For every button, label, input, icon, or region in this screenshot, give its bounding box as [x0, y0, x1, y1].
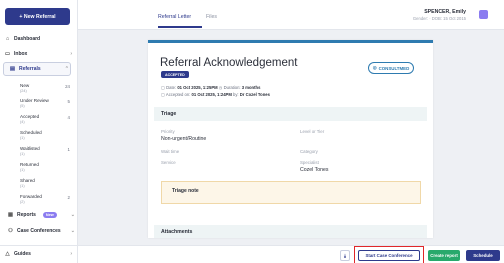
top-bar: Referral Letter Files SPENCER, Emily Gen… — [78, 0, 504, 30]
subitem-count: (1) — [20, 184, 25, 188]
subitem-count: (1) — [20, 152, 25, 156]
wait-time-label: Wait time — [161, 149, 180, 154]
chevron-right-icon: › — [70, 51, 72, 57]
chevron-down-icon: ⌄ — [70, 228, 75, 234]
new-referral-label: + New Referral — [19, 13, 56, 20]
subitem-count: (24) — [20, 89, 27, 93]
sidebar-subitem-shared[interactable]: Shared (1) — [20, 178, 70, 188]
subitem-count: (4) — [20, 120, 25, 124]
chevron-right-icon: › — [70, 251, 72, 257]
tab-files[interactable]: Files — [206, 14, 217, 20]
subitem-label: Accepted — [20, 114, 40, 119]
sidebar-item-label: Inbox — [14, 51, 28, 57]
create-report-button[interactable]: Create report — [428, 250, 460, 261]
inbox-icon: ▭ — [4, 51, 11, 57]
date-line: ▢ Date: 01 Oct 2025, 1:25PM ◷ Duration: … — [161, 85, 261, 90]
sidebar-item-label: Guides — [14, 251, 31, 257]
tab-referral-letter[interactable]: Referral Letter — [158, 14, 191, 20]
subitem-label: Scheduled — [20, 130, 42, 135]
sidebar-item-label: Reports — [17, 212, 36, 218]
sidebar-item-inbox[interactable]: ▭ Inbox › — [4, 51, 72, 57]
specialist-label: Specialist — [300, 160, 319, 165]
sidebar-subitem-scheduled[interactable]: Scheduled (1) — [20, 130, 70, 140]
priority-value: Non-urgent/Routine — [161, 136, 207, 142]
download-button[interactable]: ⤓ — [340, 250, 350, 261]
clock-icon: ◷ — [218, 85, 223, 90]
subitem-label: Forwarded — [20, 194, 42, 199]
action-bar: ⤓ Start Case Conference Create report Sc… — [78, 245, 504, 263]
consultmed-logo: ◎ CONSULTMED — [368, 62, 414, 74]
subitem-count: (1) — [20, 136, 25, 140]
referrals-row[interactable]: ▤ Referrals ⌃ — [9, 66, 69, 72]
priority-label: Priority — [161, 129, 175, 134]
sidebar: + New Referral ⌂ Dashboard ▭ Inbox › ▤ R… — [0, 0, 78, 263]
triage-heading: Triage — [154, 107, 427, 121]
consultmed-icon: ◎ — [372, 65, 377, 70]
people-icon: ⚇ — [8, 228, 13, 234]
sidebar-subitem-accepted[interactable]: Accepted (4) 4 — [20, 114, 70, 124]
subitem-count: (5) — [20, 104, 25, 108]
referral-document: Referral Acknowledgement ACCEPTED ◎ CONS… — [148, 40, 433, 238]
subitem-number: 24 — [65, 84, 70, 89]
subitem-label: Shared — [20, 178, 35, 183]
reports-icon: ▦ — [7, 212, 14, 218]
download-icon: ⤓ — [344, 253, 346, 258]
sidebar-subitem-returned[interactable]: Returned (1) — [20, 162, 70, 172]
schedule-button[interactable]: Schedule — [466, 250, 500, 261]
patient-info: SPENCER, Emily Gender: · DOB: 15 Oct 201… — [413, 9, 466, 21]
subitem-count: (2) — [20, 200, 25, 204]
home-icon: ⌂ — [5, 36, 10, 42]
service-label: Service — [161, 160, 176, 165]
sidebar-item-label: Dashboard — [14, 36, 41, 42]
chevron-up-icon: ⌃ — [64, 66, 69, 72]
sidebar-subitem-forwarded[interactable]: Forwarded (2) 2 — [20, 194, 70, 204]
sidebar-item-reports[interactable]: ▦ Reports New ⌄ — [7, 212, 75, 218]
sidebar-subitem-new[interactable]: New (24) 24 — [20, 83, 70, 93]
subitem-label: Waitlisted — [20, 146, 40, 151]
sidebar-item-guides[interactable]: △ Guides › — [4, 251, 72, 257]
active-tab-indicator — [158, 26, 202, 28]
new-referral-button[interactable]: + New Referral — [5, 8, 70, 25]
attachments-heading: Attachments — [154, 225, 427, 238]
avatar[interactable] — [479, 10, 488, 19]
patient-meta: Gender: · DOB: 15 Oct 2015 — [412, 16, 466, 21]
sidebar-item-label: Case Conferences — [17, 228, 61, 234]
sidebar-subitem-waitlisted[interactable]: Waitlisted (1) 1 — [20, 146, 70, 156]
subitem-number: 5 — [67, 99, 70, 104]
chevron-down-icon: ⌄ — [70, 212, 75, 218]
patient-name: SPENCER, Emily — [424, 9, 466, 15]
sidebar-subitem-under-review[interactable]: Under Review (5) 5 — [20, 98, 70, 108]
specialist-value: Cozel Tones — [300, 167, 329, 173]
calendar-icon: ▢ — [161, 85, 165, 90]
page-title: Referral Acknowledgement — [160, 57, 298, 69]
sidebar-item-label: Referrals — [19, 66, 41, 72]
subitem-label: New — [20, 83, 30, 88]
subitem-number: 1 — [67, 147, 70, 152]
calendar-icon: ▢ — [161, 92, 165, 97]
guides-icon: △ — [5, 251, 10, 257]
subitem-label: Returned — [20, 162, 39, 167]
sidebar-item-dashboard[interactable]: ⌂ Dashboard — [4, 36, 72, 42]
new-badge: New — [42, 212, 57, 218]
subitem-count: (1) — [20, 168, 25, 172]
subitem-number: 4 — [67, 115, 70, 120]
accepted-line: ▢ Accepted on: 01 Oct 2025, 1:24PM by: D… — [161, 92, 270, 97]
subitem-number: 2 — [67, 195, 70, 200]
document-icon: ▤ — [9, 66, 16, 72]
level-label: Level or Tier — [300, 129, 325, 134]
sidebar-item-case-conferences[interactable]: ⚇ Case Conferences ⌄ — [7, 228, 75, 234]
status-badge: ACCEPTED — [161, 71, 189, 78]
start-case-conference-button[interactable]: Start Case Conference — [358, 250, 420, 261]
category-label: Category — [300, 149, 318, 154]
subitem-label: Under Review — [20, 98, 49, 103]
triage-note: Triage note — [161, 181, 421, 204]
